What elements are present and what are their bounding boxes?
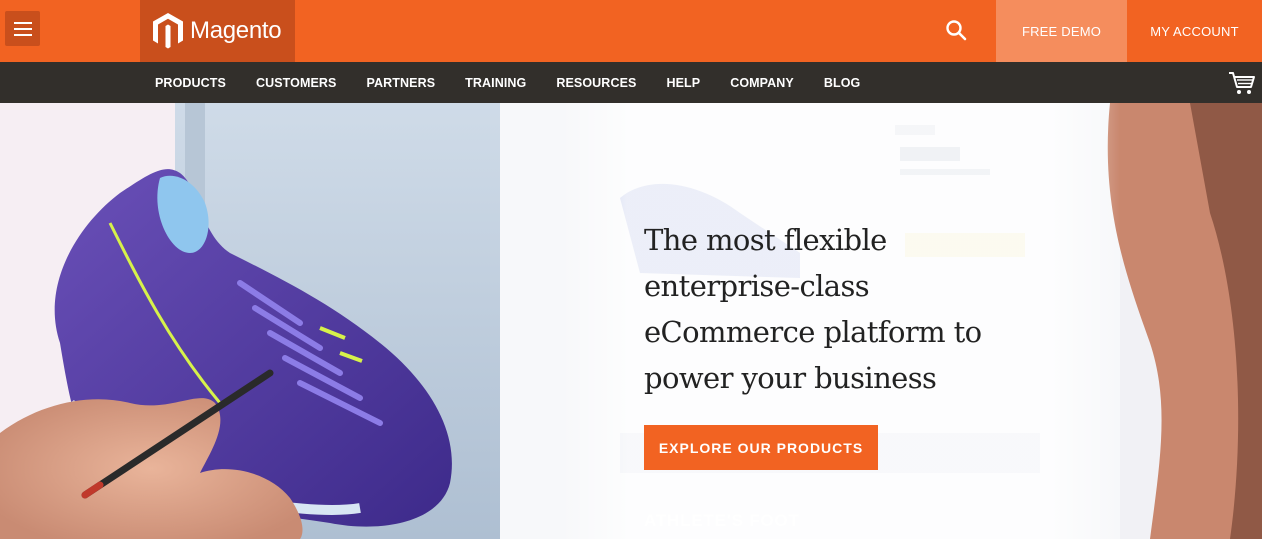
nav-item-blog[interactable]: BLOG [809,76,876,90]
brand-name: Magento [190,17,282,44]
nav-item-customers[interactable]: CUSTOMERS [241,76,352,90]
nav-item-products[interactable]: PRODUCTS [140,76,241,90]
nav-item-help[interactable]: HELP [651,76,715,90]
nav-item-company[interactable]: COMPANY [715,76,809,90]
my-account-button[interactable]: MY ACCOUNT [1127,0,1262,62]
hero-banner: The most flexible enterprise-class eComm… [0,103,1262,539]
cart-icon [1229,72,1255,94]
cart-button[interactable] [1228,70,1256,96]
nav-item-partners[interactable]: PARTNERS [352,76,451,90]
nav-items: PRODUCTS CUSTOMERS PARTNERS TRAINING RES… [140,62,875,103]
explore-products-button[interactable]: EXPLORE OUR PRODUCTS [644,425,878,470]
headline-line: eCommerce platform to [644,315,982,349]
hero-headline: The most flexible enterprise-class eComm… [644,217,1024,401]
top-header: Magento FREE DEMO MY ACCOUNT [0,0,1262,62]
menu-bar-icon [13,33,32,36]
main-navigation: PRODUCTS CUSTOMERS PARTNERS TRAINING RES… [0,62,1262,103]
headline-line: enterprise-class [644,269,870,303]
free-demo-button[interactable]: FREE DEMO [996,0,1127,62]
nav-item-training[interactable]: TRAINING [450,76,541,90]
nav-item-resources[interactable]: RESOURCES [541,76,651,90]
menu-bar-icon [13,27,32,30]
magento-logo[interactable]: Magento [140,0,295,62]
hamburger-menu-button[interactable] [5,11,40,46]
headline-line: power your business [644,361,937,395]
search-button[interactable] [936,10,976,50]
search-icon [946,20,967,41]
magento-logo-icon [153,13,183,49]
hero-caption: ATHLETE'S FOOT [644,511,800,530]
headline-line: The most flexible [644,223,887,257]
menu-bar-icon [13,21,32,24]
